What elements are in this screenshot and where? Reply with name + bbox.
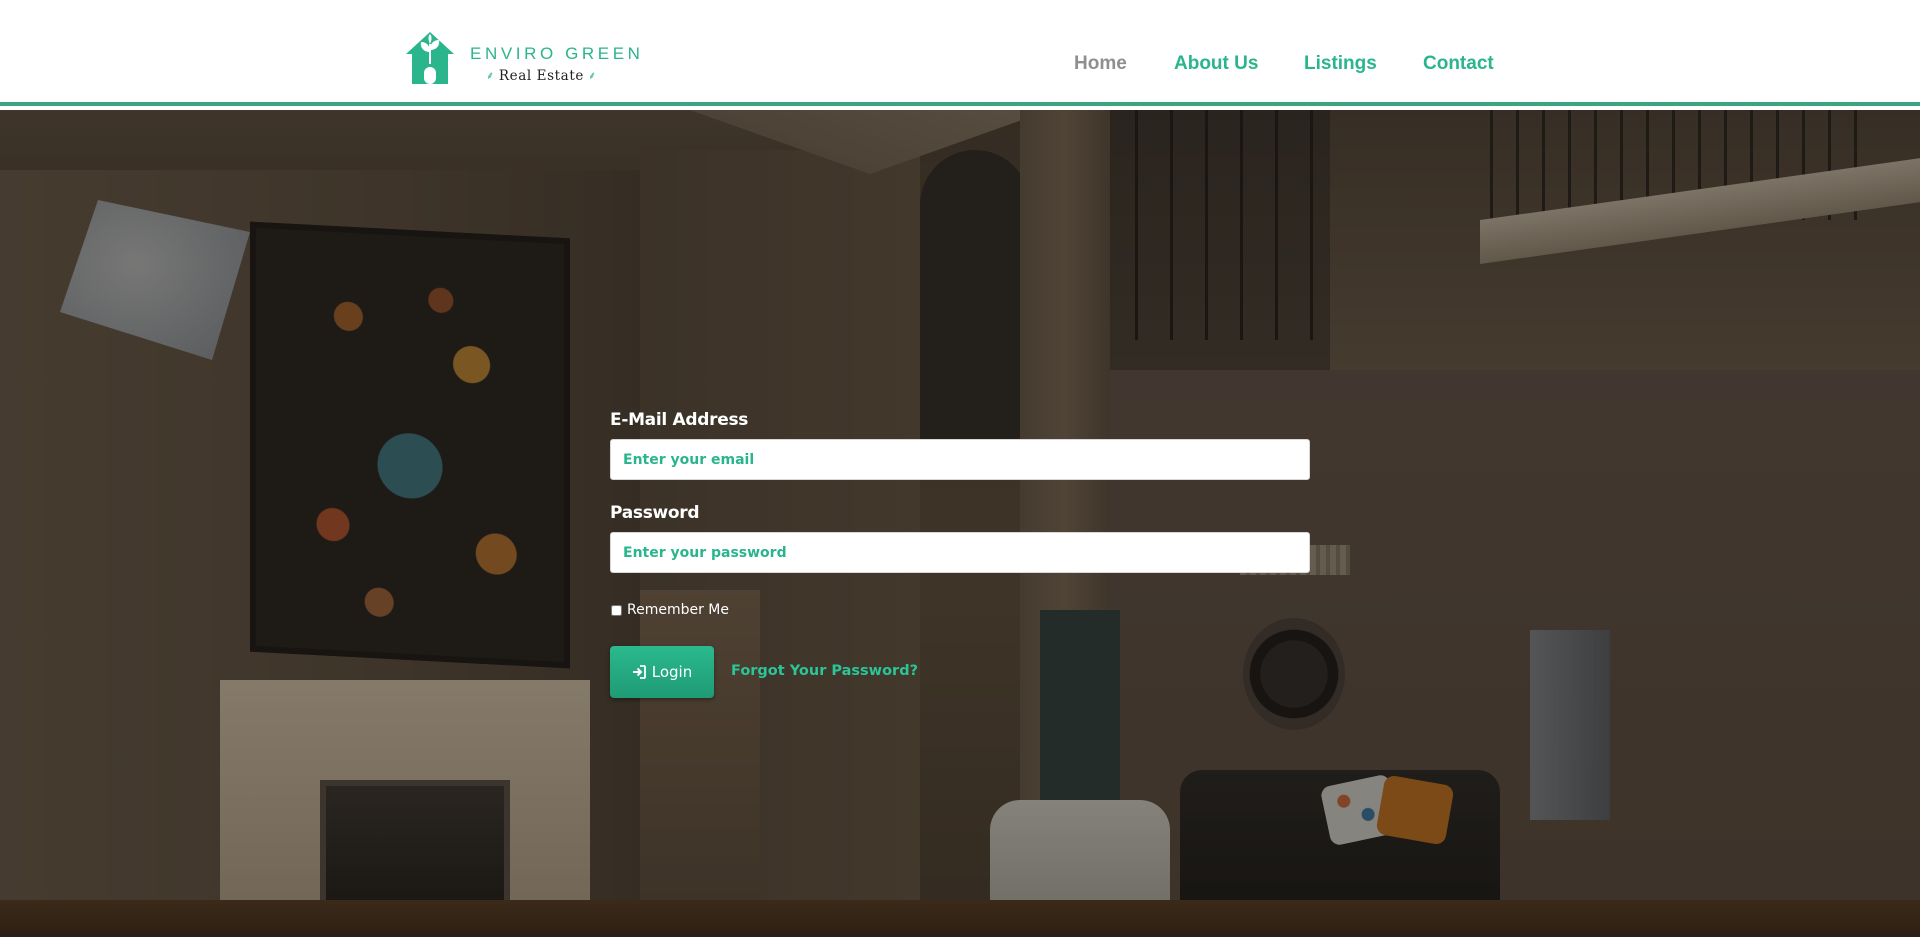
password-group: Password <box>610 503 1310 573</box>
login-button[interactable]: Login <box>610 646 714 698</box>
remember-me-label: Remember Me <box>627 602 729 618</box>
nav-contact[interactable]: Contact <box>1423 53 1494 75</box>
login-button-label: Login <box>651 663 693 681</box>
main-nav: Home About Us Listings Contact <box>0 53 1920 77</box>
email-input[interactable] <box>610 439 1310 480</box>
remember-me-checkbox[interactable] <box>611 604 622 616</box>
nav-home[interactable]: Home <box>1074 53 1127 75</box>
site-header: ENVIRO GREEN ⸙ Real Estate ⸙ Home About Us… <box>0 0 1920 106</box>
remember-me[interactable]: Remember Me <box>610 602 729 618</box>
hero-background-image: E-Mail Address Password Remember Me Logi… <box>0 110 1920 937</box>
sign-in-icon <box>632 665 646 679</box>
password-input[interactable] <box>610 532 1310 573</box>
email-group: E-Mail Address <box>610 410 1310 480</box>
nav-about-us[interactable]: About Us <box>1174 53 1258 75</box>
password-label: Password <box>610 503 700 523</box>
nav-listings[interactable]: Listings <box>1304 53 1377 75</box>
forgot-password-link[interactable]: Forgot Your Password? <box>731 663 918 679</box>
email-label: E-Mail Address <box>610 410 749 430</box>
